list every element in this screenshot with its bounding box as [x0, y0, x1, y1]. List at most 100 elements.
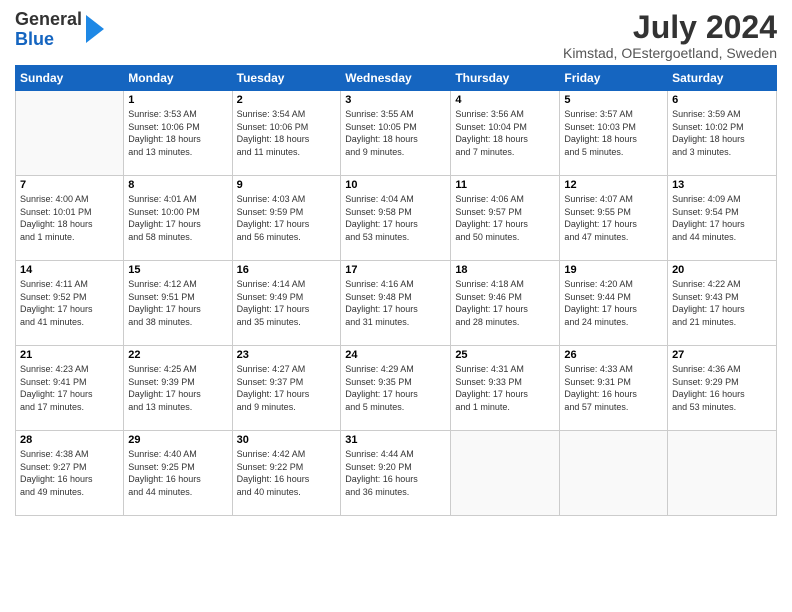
day-info: Sunrise: 4:27 AM Sunset: 9:37 PM Dayligh… [237, 363, 337, 413]
calendar-cell: 4 Sunrise: 3:56 AM Sunset: 10:04 PM Dayli… [451, 91, 560, 176]
calendar-cell: 29 Sunrise: 4:40 AM Sunset: 9:25 PM Dayli… [124, 431, 232, 516]
calendar-cell: 16 Sunrise: 4:14 AM Sunset: 9:49 PM Dayli… [232, 261, 341, 346]
day-info: Sunrise: 4:22 AM Sunset: 9:43 PM Dayligh… [672, 278, 772, 328]
day-number: 17 [345, 264, 446, 276]
day-info: Sunrise: 4:40 AM Sunset: 9:25 PM Dayligh… [128, 448, 227, 498]
calendar-cell: 8 Sunrise: 4:01 AM Sunset: 10:00 PM Dayli… [124, 176, 232, 261]
calendar-cell [668, 431, 777, 516]
day-number: 26 [564, 349, 663, 361]
calendar-cell [451, 431, 560, 516]
day-info: Sunrise: 4:11 AM Sunset: 9:52 PM Dayligh… [20, 278, 119, 328]
day-number: 2 [237, 94, 337, 106]
calendar-week-row: 1 Sunrise: 3:53 AM Sunset: 10:06 PM Dayli… [16, 91, 777, 176]
header: General Blue July 2024 Kimstad, OEstergo… [15, 10, 777, 61]
day-info: Sunrise: 4:16 AM Sunset: 9:48 PM Dayligh… [345, 278, 446, 328]
title-block: July 2024 Kimstad, OEstergoetland, Swede… [563, 10, 777, 61]
day-info: Sunrise: 3:56 AM Sunset: 10:04 PM Daylig… [455, 108, 555, 158]
calendar-cell: 9Sunrise: 4:03 AM Sunset: 9:59 PM Daylig… [232, 176, 341, 261]
day-info: Sunrise: 4:07 AM Sunset: 9:55 PM Dayligh… [564, 193, 663, 243]
calendar-week-row: 21 Sunrise: 4:23 AM Sunset: 9:41 PM Dayli… [16, 346, 777, 431]
day-info: Sunrise: 3:53 AM Sunset: 10:06 PM Daylig… [128, 108, 227, 158]
day-number: 3 [345, 94, 446, 106]
calendar-cell: 23Sunrise: 4:27 AM Sunset: 9:37 PM Dayli… [232, 346, 341, 431]
calendar-header-row: SundayMondayTuesdayWednesdayThursdayFrid… [16, 66, 777, 91]
day-number: 14 [20, 264, 119, 276]
calendar-week-row: 7Sunrise: 4:00 AM Sunset: 10:01 PM Dayli… [16, 176, 777, 261]
day-info: Sunrise: 4:44 AM Sunset: 9:20 PM Dayligh… [345, 448, 446, 498]
day-number: 5 [564, 94, 663, 106]
day-number: 22 [128, 349, 227, 361]
day-info: Sunrise: 4:00 AM Sunset: 10:01 PM Daylig… [20, 193, 119, 243]
day-info: Sunrise: 4:14 AM Sunset: 9:49 PM Dayligh… [237, 278, 337, 328]
day-header-wednesday: Wednesday [341, 66, 451, 91]
day-header-tuesday: Tuesday [232, 66, 341, 91]
day-number: 24 [345, 349, 446, 361]
day-info: Sunrise: 4:36 AM Sunset: 9:29 PM Dayligh… [672, 363, 772, 413]
calendar-week-row: 28 Sunrise: 4:38 AM Sunset: 9:27 PM Dayli… [16, 431, 777, 516]
calendar-cell: 6 Sunrise: 3:59 AM Sunset: 10:02 PM Dayli… [668, 91, 777, 176]
day-number: 31 [345, 434, 446, 446]
day-info: Sunrise: 3:55 AM Sunset: 10:05 PM Daylig… [345, 108, 446, 158]
day-info: Sunrise: 4:23 AM Sunset: 9:41 PM Dayligh… [20, 363, 119, 413]
day-number: 16 [237, 264, 337, 276]
day-info: Sunrise: 3:54 AM Sunset: 10:06 PM Daylig… [237, 108, 337, 158]
calendar-cell: 13 Sunrise: 4:09 AM Sunset: 9:54 PM Dayli… [668, 176, 777, 261]
day-info: Sunrise: 4:18 AM Sunset: 9:46 PM Dayligh… [455, 278, 555, 328]
day-info: Sunrise: 3:59 AM Sunset: 10:02 PM Daylig… [672, 108, 772, 158]
calendar-cell: 26 Sunrise: 4:33 AM Sunset: 9:31 PM Dayli… [560, 346, 668, 431]
day-info: Sunrise: 4:42 AM Sunset: 9:22 PM Dayligh… [237, 448, 337, 498]
day-number: 6 [672, 94, 772, 106]
day-number: 28 [20, 434, 119, 446]
day-info: Sunrise: 4:06 AM Sunset: 9:57 PM Dayligh… [455, 193, 555, 243]
calendar-cell: 27 Sunrise: 4:36 AM Sunset: 9:29 PM Dayli… [668, 346, 777, 431]
day-info: Sunrise: 4:04 AM Sunset: 9:58 PM Dayligh… [345, 193, 446, 243]
day-info: Sunrise: 4:31 AM Sunset: 9:33 PM Dayligh… [455, 363, 555, 413]
day-header-monday: Monday [124, 66, 232, 91]
calendar-cell: 28 Sunrise: 4:38 AM Sunset: 9:27 PM Dayli… [16, 431, 124, 516]
day-info: Sunrise: 4:09 AM Sunset: 9:54 PM Dayligh… [672, 193, 772, 243]
day-info: Sunrise: 4:25 AM Sunset: 9:39 PM Dayligh… [128, 363, 227, 413]
day-number: 20 [672, 264, 772, 276]
logo-arrow-icon [86, 15, 104, 43]
calendar-cell: 14 Sunrise: 4:11 AM Sunset: 9:52 PM Dayli… [16, 261, 124, 346]
month-title: July 2024 [563, 10, 777, 45]
day-number: 4 [455, 94, 555, 106]
calendar-cell: 17 Sunrise: 4:16 AM Sunset: 9:48 PM Dayli… [341, 261, 451, 346]
day-number: 11 [455, 179, 555, 191]
calendar-cell [16, 91, 124, 176]
day-number: 15 [128, 264, 227, 276]
day-number: 30 [237, 434, 337, 446]
calendar-cell: 19Sunrise: 4:20 AM Sunset: 9:44 PM Dayli… [560, 261, 668, 346]
day-info: Sunrise: 4:33 AM Sunset: 9:31 PM Dayligh… [564, 363, 663, 413]
day-info: Sunrise: 4:38 AM Sunset: 9:27 PM Dayligh… [20, 448, 119, 498]
day-info: Sunrise: 3:57 AM Sunset: 10:03 PM Daylig… [564, 108, 663, 158]
day-number: 10 [345, 179, 446, 191]
calendar-cell: 24 Sunrise: 4:29 AM Sunset: 9:35 PM Dayli… [341, 346, 451, 431]
day-header-friday: Friday [560, 66, 668, 91]
day-number: 1 [128, 94, 227, 106]
day-number: 25 [455, 349, 555, 361]
calendar-cell [560, 431, 668, 516]
day-header-thursday: Thursday [451, 66, 560, 91]
calendar-cell: 7Sunrise: 4:00 AM Sunset: 10:01 PM Dayli… [16, 176, 124, 261]
calendar-cell: 31 Sunrise: 4:44 AM Sunset: 9:20 PM Dayli… [341, 431, 451, 516]
day-number: 19 [564, 264, 663, 276]
day-info: Sunrise: 4:03 AM Sunset: 9:59 PM Dayligh… [237, 193, 337, 243]
logo: General Blue [15, 10, 104, 50]
calendar-cell: 30 Sunrise: 4:42 AM Sunset: 9:22 PM Dayli… [232, 431, 341, 516]
day-info: Sunrise: 4:29 AM Sunset: 9:35 PM Dayligh… [345, 363, 446, 413]
day-number: 27 [672, 349, 772, 361]
day-number: 12 [564, 179, 663, 191]
day-number: 13 [672, 179, 772, 191]
logo-general: General [15, 9, 82, 29]
day-number: 29 [128, 434, 227, 446]
day-info: Sunrise: 4:01 AM Sunset: 10:00 PM Daylig… [128, 193, 227, 243]
calendar-cell: 3 Sunrise: 3:55 AM Sunset: 10:05 PM Dayli… [341, 91, 451, 176]
day-number: 8 [128, 179, 227, 191]
calendar-week-row: 14 Sunrise: 4:11 AM Sunset: 9:52 PM Dayli… [16, 261, 777, 346]
page: General Blue July 2024 Kimstad, OEstergo… [0, 0, 792, 612]
calendar-cell: 12 Sunrise: 4:07 AM Sunset: 9:55 PM Dayli… [560, 176, 668, 261]
calendar-cell: 21 Sunrise: 4:23 AM Sunset: 9:41 PM Dayli… [16, 346, 124, 431]
day-number: 21 [20, 349, 119, 361]
calendar-cell: 5 Sunrise: 3:57 AM Sunset: 10:03 PM Dayli… [560, 91, 668, 176]
